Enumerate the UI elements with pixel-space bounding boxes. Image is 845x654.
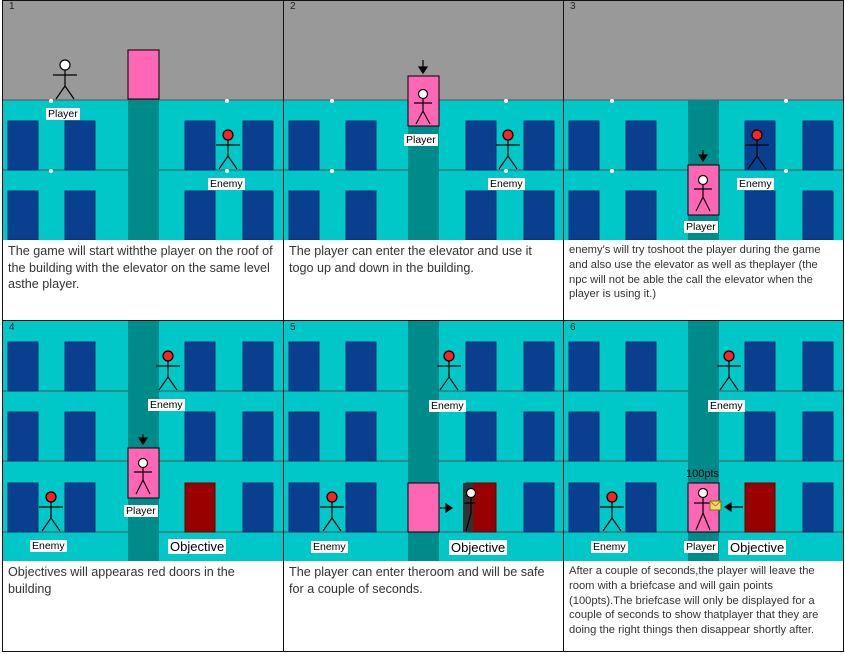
panel-6: 6 Enemy 100pts Enemy Player Objective — [564, 321, 843, 561]
panel-5-scene — [284, 321, 563, 561]
panel-number: 5 — [290, 322, 296, 333]
grid-line — [2, 0, 3, 652]
roof — [564, 0, 843, 100]
elevator — [127, 49, 160, 100]
enemy-figure — [437, 350, 461, 391]
points-label: 100pts — [686, 468, 720, 480]
player-label: Player — [46, 108, 80, 120]
grid-line — [2, 320, 844, 321]
enemy-label: Enemy — [208, 178, 245, 190]
panel-4-scene — [3, 321, 283, 561]
player-label: Player — [124, 505, 158, 517]
panel-3: 3 Enemy Player — [564, 0, 843, 240]
grid-line — [283, 0, 284, 652]
enemy-figure — [39, 491, 63, 532]
panel-1-caption: The game will start withthe player on th… — [3, 240, 283, 320]
enemy-label: Enemy — [708, 400, 745, 412]
elevator-shaft — [128, 100, 159, 240]
panel-1-scene — [3, 0, 283, 240]
objective-label: Objective — [449, 540, 508, 555]
briefcase-icon — [709, 500, 722, 511]
enemy-figure — [600, 491, 624, 532]
panel-5: 5 Enemy Enemy Objective — [284, 321, 563, 561]
panel-2-scene — [284, 0, 563, 240]
panel-number: 3 — [570, 1, 576, 12]
enemy-figure — [156, 350, 180, 391]
panel-2: 2 Player Enemy — [284, 0, 563, 240]
panel-number: 2 — [290, 1, 296, 12]
grid-line — [563, 0, 564, 652]
panel-3-caption: enemy's will try toshoot the player duri… — [564, 240, 843, 320]
panel-4: 4 Enemy Player Enemy Objective — [3, 321, 283, 561]
enemy-figure — [216, 129, 240, 170]
elevator — [407, 482, 440, 533]
enemy-figure — [320, 491, 344, 532]
enemy-label: Enemy — [429, 400, 466, 412]
panel-6-caption: After a couple of seconds,the player wil… — [564, 561, 843, 651]
panel-4-caption: Objectives will appearas red doors in th… — [3, 561, 283, 651]
enemy-label: Enemy — [488, 178, 525, 190]
grid-line — [2, 651, 844, 652]
objective-label: Objective — [728, 540, 787, 555]
enemy-label: Enemy — [737, 178, 774, 190]
panel-3-scene — [564, 0, 843, 240]
objective-door — [184, 482, 216, 533]
enemy-label: Enemy — [591, 541, 628, 553]
panel-number: 6 — [570, 322, 576, 333]
enemy-figure — [496, 129, 520, 170]
left-arrow-icon — [723, 501, 743, 513]
grid-line — [843, 0, 844, 652]
objective-door — [744, 482, 776, 533]
panel-5-caption: The player can enter theroom and will be… — [284, 561, 563, 651]
panel-2-caption: The player can enter the elevator and us… — [284, 240, 563, 320]
right-arrow-icon — [440, 502, 454, 514]
player-label: Player — [684, 221, 718, 233]
enemy-figure — [717, 350, 741, 391]
enemy-label: Enemy — [311, 541, 348, 553]
player-label: Player — [684, 541, 718, 553]
enemy-label: Enemy — [148, 399, 185, 411]
grid-line — [2, 0, 844, 1]
enemy-label: Enemy — [30, 540, 67, 552]
objective-label: Objective — [168, 539, 227, 554]
panel-number: 1 — [9, 1, 15, 12]
panel-6-scene — [564, 321, 843, 561]
panel-1: 1 Player Enemy — [3, 0, 283, 240]
panel-number: 4 — [9, 322, 15, 333]
player-label: Player — [404, 134, 438, 146]
